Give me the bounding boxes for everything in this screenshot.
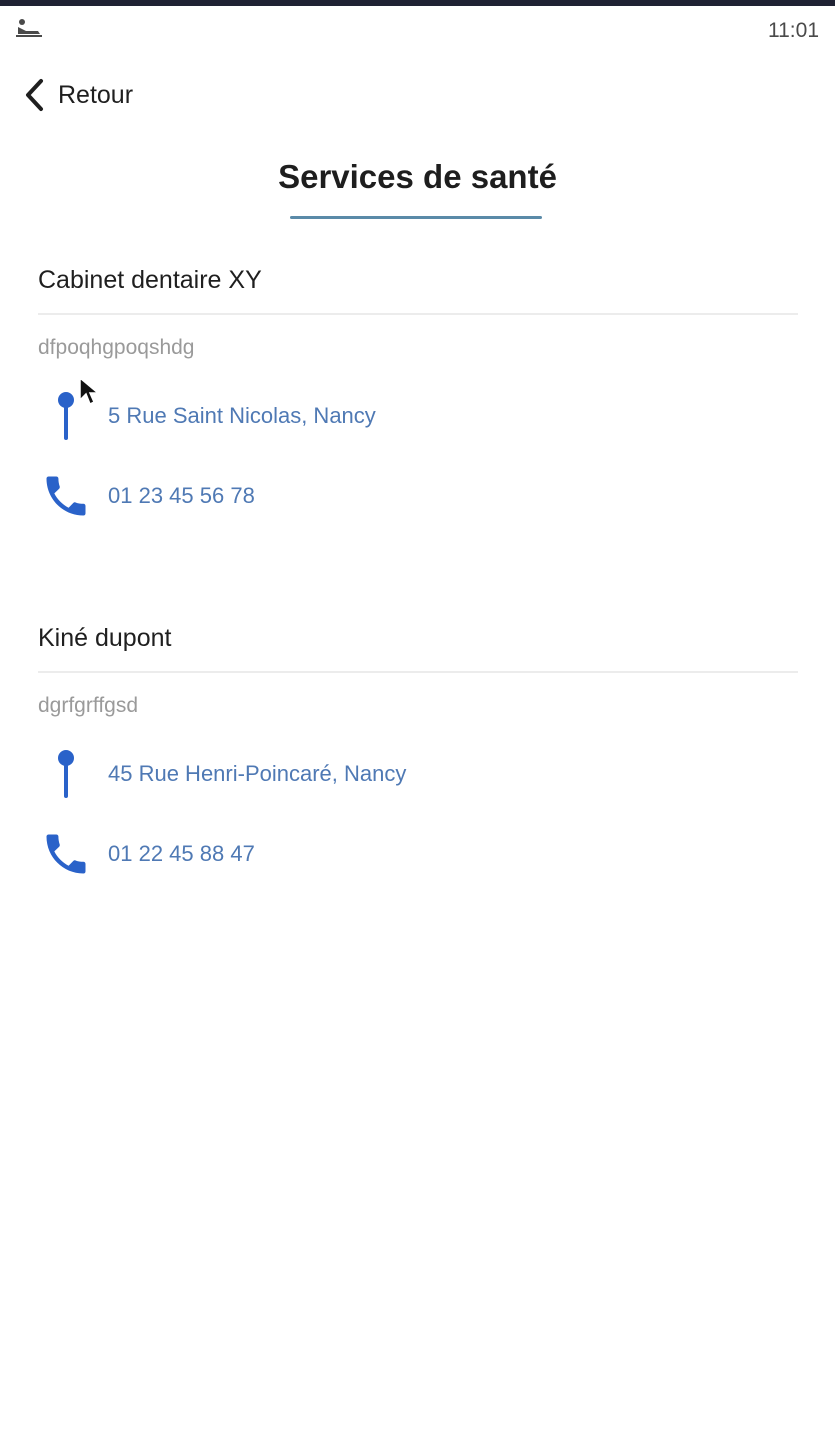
chevron-left-icon xyxy=(22,78,48,112)
address-link[interactable]: 5 Rue Saint Nicolas, Nancy xyxy=(38,386,778,446)
page-title: Services de santé xyxy=(278,158,557,195)
status-bar: 11:01 xyxy=(0,6,835,50)
divider xyxy=(38,313,798,315)
back-label: Retour xyxy=(58,80,134,109)
phone-text: 01 22 45 88 47 xyxy=(108,841,255,866)
service-description: dfpoqhgpoqshdg xyxy=(38,336,195,359)
address-link[interactable]: 45 Rue Henri-Poincaré, Nancy xyxy=(38,744,778,804)
service-card: Cabinet dentaire XY dfpoqhgpoqshdg 5 Rue… xyxy=(38,266,798,536)
phone-link[interactable]: 01 22 45 88 47 xyxy=(38,824,778,884)
phone-icon xyxy=(38,468,94,524)
phone-text: 01 23 45 56 78 xyxy=(108,483,255,508)
divider xyxy=(38,671,798,673)
service-name: Kiné dupont xyxy=(38,624,172,652)
address-text: 45 Rue Henri-Poincaré, Nancy xyxy=(108,761,407,786)
service-description: dgrfgrffgsd xyxy=(38,694,139,717)
map-pin-icon xyxy=(38,746,94,802)
status-time: 11:01 xyxy=(768,19,819,42)
mouse-cursor-icon xyxy=(78,376,101,408)
phone-link[interactable]: 01 23 45 56 78 xyxy=(38,466,778,526)
service-name: Cabinet dentaire XY xyxy=(38,266,262,294)
title-underline xyxy=(290,216,542,219)
back-button[interactable]: Retour xyxy=(22,72,133,118)
app-notification-icon xyxy=(14,16,44,42)
service-card: Kiné dupont dgrfgrffgsd 45 Rue Henri-Poi… xyxy=(38,624,798,894)
address-text: 5 Rue Saint Nicolas, Nancy xyxy=(108,403,376,428)
phone-icon xyxy=(38,826,94,882)
